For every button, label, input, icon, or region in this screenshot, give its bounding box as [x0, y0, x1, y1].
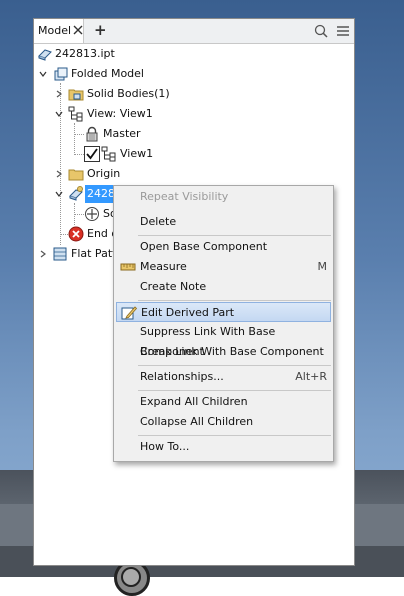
context-menu: Repeat Visibility Delete Open Base Compo…: [113, 185, 334, 462]
tab-model-label: Model: [38, 24, 72, 37]
tree-item-origin[interactable]: Origin: [34, 165, 354, 183]
menu-separator: [138, 365, 331, 366]
tab-model[interactable]: Model: [34, 19, 84, 43]
menu-item-suppress-link[interactable]: Suppress Link With Base Component: [116, 322, 331, 358]
tree-item-folded-model[interactable]: Folded Model: [34, 65, 354, 83]
hamburger-menu-icon[interactable]: [336, 25, 350, 37]
tree-item-part-file[interactable]: 242813.ipt: [34, 45, 354, 63]
tree-item-view-rep[interactable]: View: View1: [34, 105, 354, 123]
view-rep-icon: [101, 146, 116, 162]
lock-icon: [86, 126, 98, 142]
solid-body-icon: [85, 207, 99, 221]
tree-item-label: Master: [103, 127, 141, 140]
menu-item-delete[interactable]: Delete: [116, 212, 331, 232]
end-of-part-icon: [68, 226, 84, 242]
menu-item-collapse-all-children[interactable]: Collapse All Children: [116, 412, 331, 432]
menu-separator: [138, 435, 331, 436]
menu-item-measure[interactable]: Measure M: [116, 257, 331, 277]
tree-connector: [60, 234, 68, 235]
tree-connector: [74, 134, 84, 135]
tree-item-master[interactable]: Master: [34, 125, 354, 143]
menu-item-create-note[interactable]: Create Note: [116, 277, 331, 297]
menu-item-open-base-component[interactable]: Open Base Component: [116, 237, 331, 257]
chevron-down-icon[interactable]: [55, 190, 63, 198]
menu-item-repeat-visibility[interactable]: Repeat Visibility: [116, 187, 331, 207]
add-icon[interactable]: +: [94, 23, 107, 38]
menu-item-break-link[interactable]: Break Link With Base Component: [116, 342, 331, 362]
view-rep-icon: [68, 106, 83, 122]
tree-connector: [74, 154, 84, 155]
measure-icon: [120, 263, 136, 271]
chevron-right-icon[interactable]: [39, 250, 47, 258]
menu-item-relationships[interactable]: Relationships... Alt+R: [116, 367, 331, 387]
menu-item-expand-all-children[interactable]: Expand All Children: [116, 392, 331, 412]
flat-pattern-icon: [53, 247, 67, 261]
folder-icon: [68, 169, 84, 181]
tree-item-label: Folded Model: [71, 67, 144, 80]
menu-item-edit-derived-part[interactable]: Edit Derived Part: [116, 302, 331, 322]
tree-item-label: 242813.ipt: [55, 47, 115, 60]
tree-item-view1[interactable]: View1: [34, 145, 354, 163]
browser-tab-bar: Model +: [34, 19, 354, 44]
search-icon[interactable]: [314, 24, 328, 38]
close-icon[interactable]: [72, 24, 84, 36]
tree-connector: [74, 214, 84, 215]
chevron-down-icon[interactable]: [55, 110, 63, 118]
chevron-right-icon[interactable]: [55, 170, 63, 178]
menu-separator: [138, 300, 331, 301]
edit-derived-part-icon: [121, 306, 137, 320]
tree-item-label: View1: [120, 147, 154, 160]
tree-item-label: Origin: [87, 167, 121, 180]
model-hole-inner: [121, 567, 141, 587]
part-file-icon: [38, 49, 52, 61]
menu-separator: [138, 235, 331, 236]
checkbox-checked-icon[interactable]: [84, 146, 100, 162]
tree-item-solid-bodies[interactable]: Solid Bodies(1): [34, 85, 354, 103]
folded-model-icon: [54, 67, 68, 81]
derived-part-icon: [69, 186, 83, 201]
chevron-down-icon[interactable]: [39, 70, 47, 78]
menu-separator: [138, 390, 331, 391]
chevron-right-icon[interactable]: [55, 90, 63, 98]
tree-item-label: View: View1: [87, 107, 153, 120]
solid-bodies-icon: [68, 89, 84, 101]
tree-item-label: Solid Bodies(1): [87, 87, 170, 100]
menu-item-how-to[interactable]: How To...: [116, 437, 331, 457]
